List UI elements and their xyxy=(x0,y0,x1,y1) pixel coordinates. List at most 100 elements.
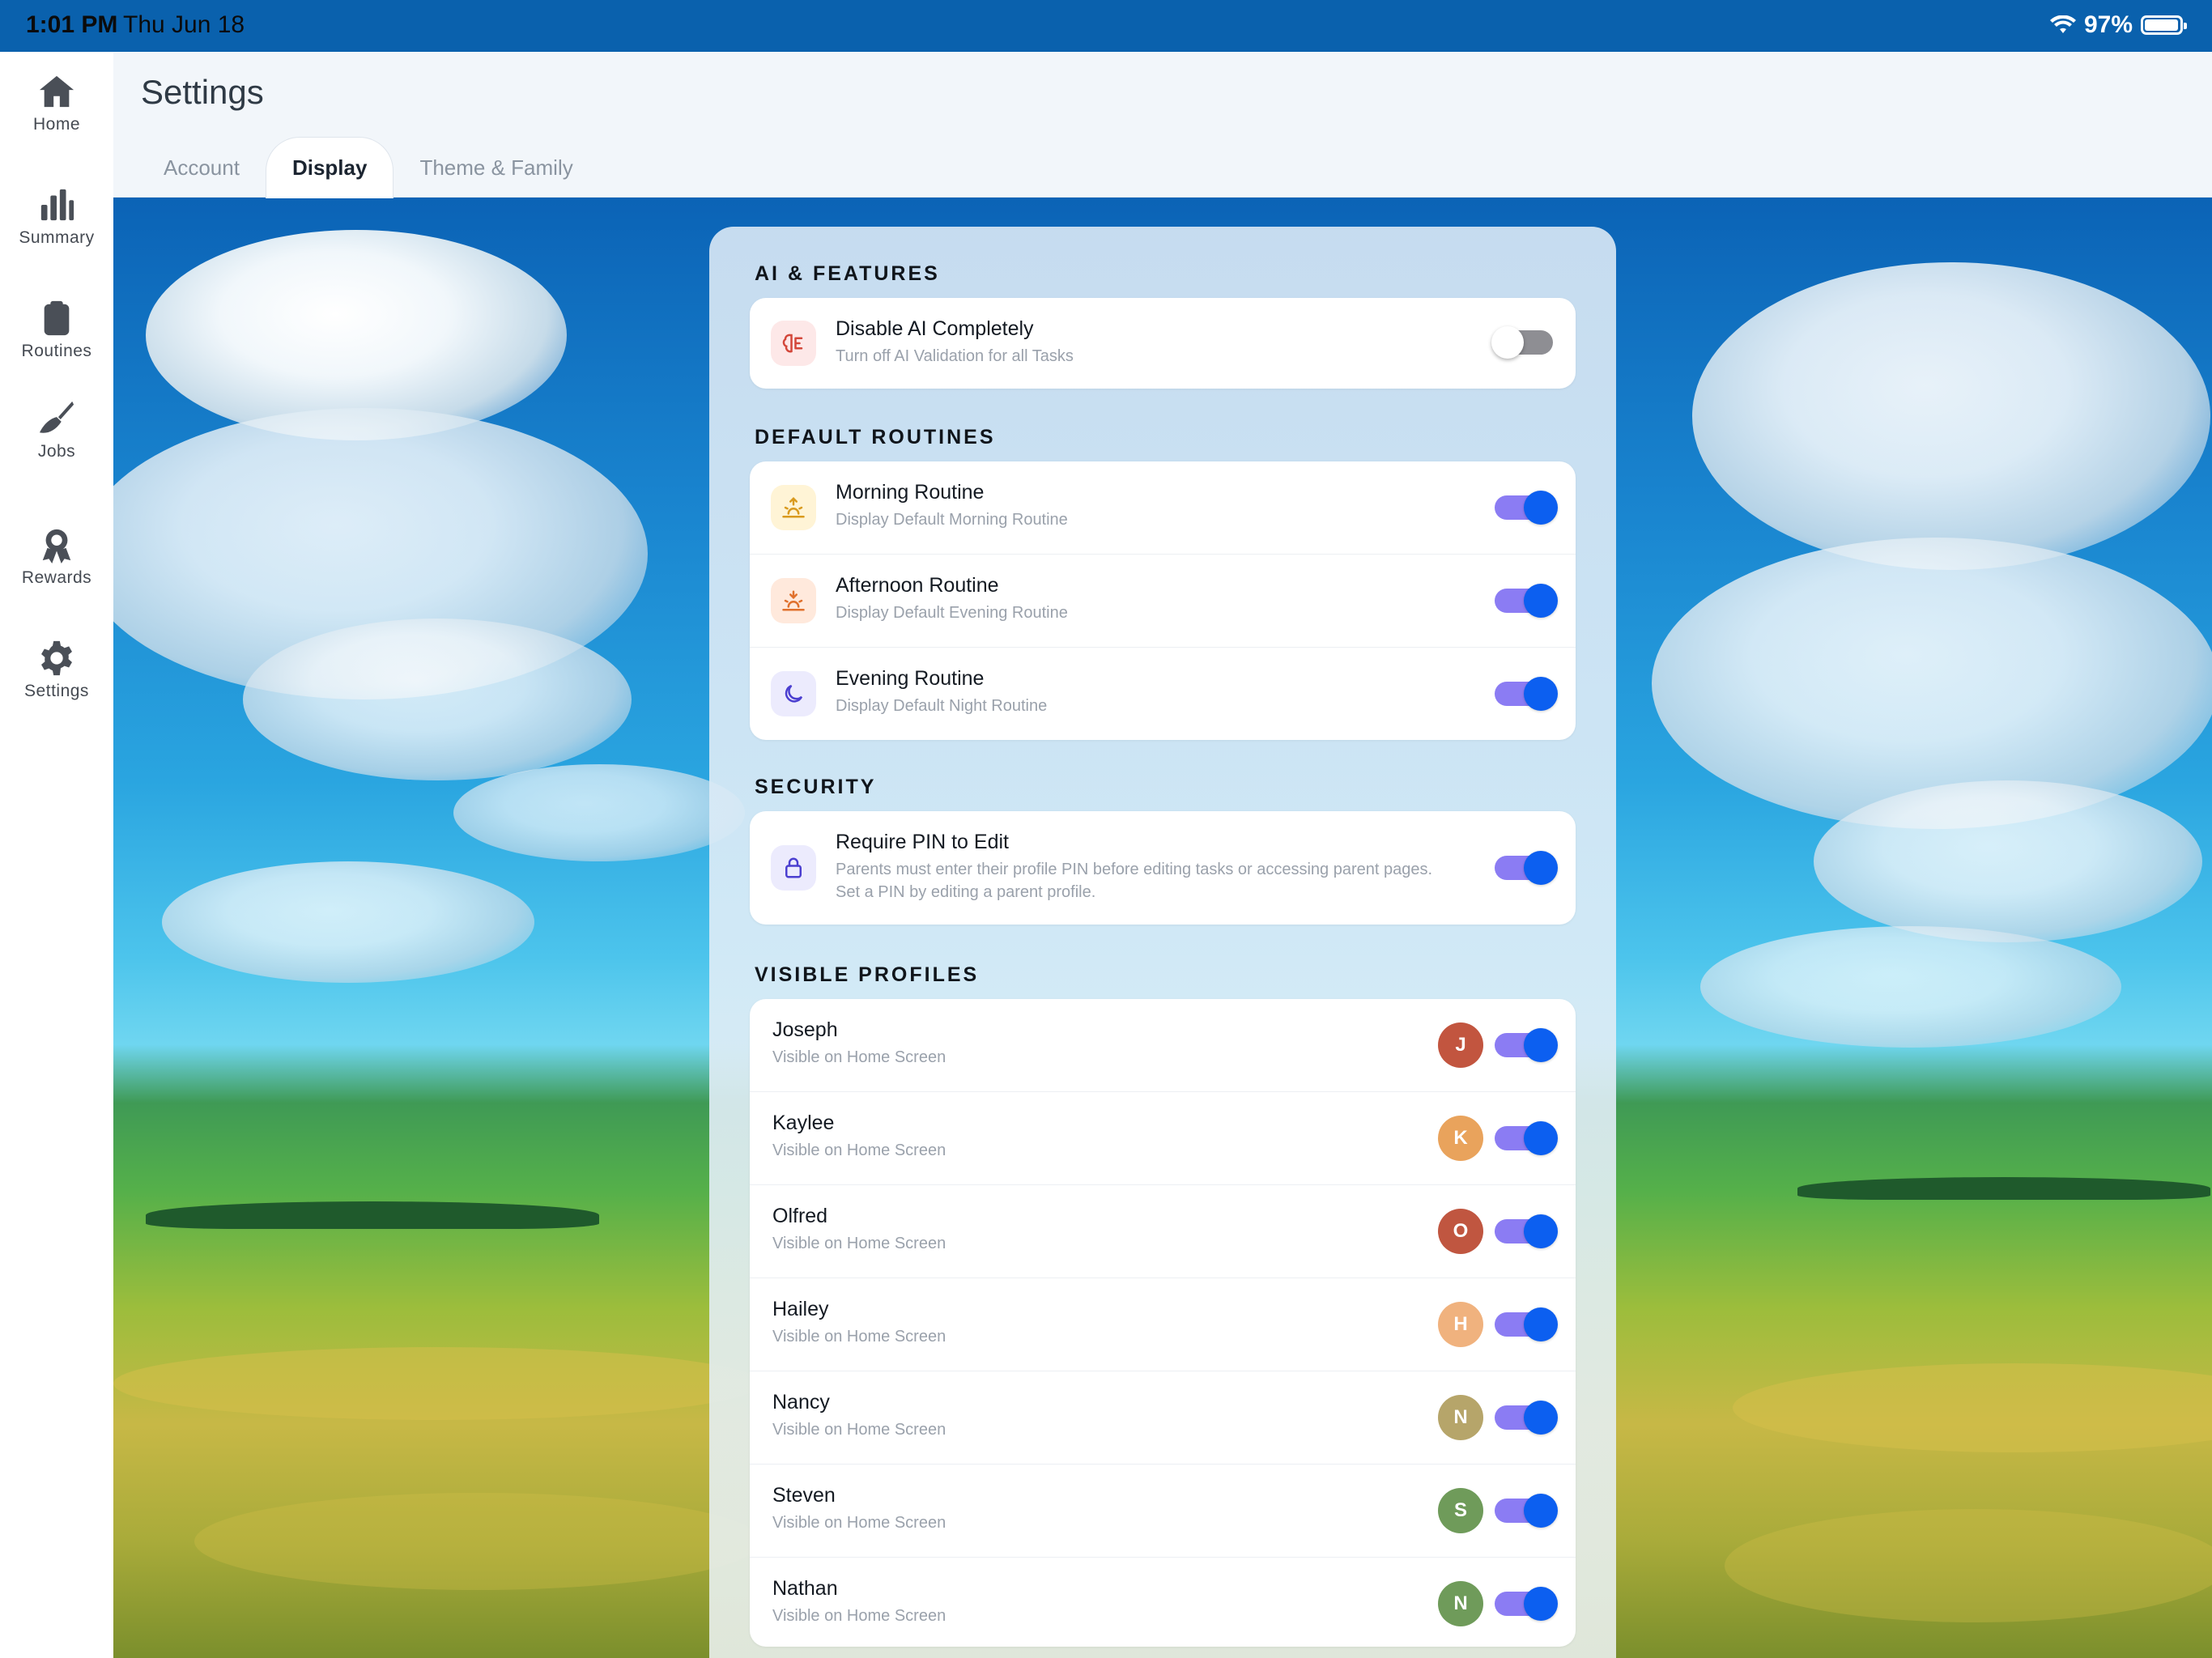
home-icon xyxy=(39,75,74,108)
setting-row-afternoon-routine[interactable]: Afternoon Routine Display Default Evenin… xyxy=(750,555,1576,648)
profile-subtitle: Visible on Home Screen xyxy=(772,1514,946,1532)
profile-visibility-toggle[interactable] xyxy=(1495,1214,1558,1248)
section-title-security: SECURITY xyxy=(755,776,877,798)
broom-icon xyxy=(39,401,74,433)
sidebar-item-label: Jobs xyxy=(37,442,76,461)
default-routines-card: Morning Routine Display Default Morning … xyxy=(750,461,1576,740)
setting-row-morning-routine[interactable]: Morning Routine Display Default Morning … xyxy=(750,461,1576,555)
moon-icon xyxy=(771,671,816,716)
profile-name: Hailey xyxy=(772,1298,829,1320)
section-title-ai: AI & FEATURES xyxy=(755,262,940,285)
morning-routine-toggle[interactable] xyxy=(1495,491,1558,525)
battery-percent: 97% xyxy=(2083,11,2133,38)
profile-subtitle: Visible on Home Screen xyxy=(772,1048,946,1066)
require-pin-toggle[interactable] xyxy=(1495,851,1558,885)
profile-visibility-toggle[interactable] xyxy=(1495,1121,1558,1155)
ai-brain-icon xyxy=(771,321,816,366)
visible-profiles-card: Joseph Visible on Home Screen J Kaylee V… xyxy=(750,999,1576,1647)
setting-title: Disable AI Completely xyxy=(836,317,1034,340)
setting-subtitle: Display Default Evening Routine xyxy=(836,604,1068,622)
profile-name: Joseph xyxy=(772,1018,838,1041)
avatar: N xyxy=(1438,1395,1483,1440)
sunset-icon xyxy=(771,578,816,623)
profile-visibility-toggle[interactable] xyxy=(1495,1028,1558,1062)
setting-title: Evening Routine xyxy=(836,667,985,690)
wifi-icon xyxy=(2049,15,2076,33)
security-card: Require PIN to Edit Parents must enter t… xyxy=(750,811,1576,925)
evening-routine-toggle[interactable] xyxy=(1495,677,1558,711)
profile-subtitle: Visible on Home Screen xyxy=(772,1141,946,1159)
avatar: K xyxy=(1438,1116,1483,1161)
settings-tabs: Account Display Theme & Family xyxy=(138,137,599,198)
avatar: H xyxy=(1438,1302,1483,1347)
profile-visibility-toggle[interactable] xyxy=(1495,1494,1558,1528)
setting-subtitle: Parents must enter their profile PIN bef… xyxy=(836,861,1433,878)
page-header: Settings Account Display Theme & Family xyxy=(113,52,2212,198)
tab-display[interactable]: Display xyxy=(265,137,394,198)
profile-subtitle: Visible on Home Screen xyxy=(772,1421,946,1439)
setting-row-disable-ai[interactable]: Disable AI Completely Turn off AI Valida… xyxy=(750,298,1576,389)
section-title-profiles: VISIBLE PROFILES xyxy=(755,963,980,986)
sidebar-item-summary[interactable]: Summary xyxy=(0,186,113,248)
tab-theme-family[interactable]: Theme & Family xyxy=(393,137,598,198)
section-title-routines: DEFAULT ROUTINES xyxy=(755,426,996,449)
profile-row-steven[interactable]: Steven Visible on Home Screen S xyxy=(750,1465,1576,1558)
setting-subtitle: Display Default Morning Routine xyxy=(836,511,1068,529)
page-title: Settings xyxy=(141,73,264,111)
disable-ai-toggle[interactable] xyxy=(1491,326,1553,359)
profile-name: Kaylee xyxy=(772,1112,835,1134)
profile-row-joseph[interactable]: Joseph Visible on Home Screen J xyxy=(750,999,1576,1092)
status-date: Thu Jun 18 xyxy=(123,11,245,38)
sidebar-item-label: Home xyxy=(32,115,81,134)
profile-row-nathan[interactable]: Nathan Visible on Home Screen N xyxy=(750,1558,1576,1647)
sidebar-item-label: Summary xyxy=(19,228,95,247)
setting-subtitle: Display Default Night Routine xyxy=(836,697,1048,715)
profile-name: Nancy xyxy=(772,1391,830,1414)
avatar: J xyxy=(1438,1022,1483,1068)
avatar: S xyxy=(1438,1488,1483,1533)
gear-icon xyxy=(41,640,72,676)
status-bar: 1:01 PM Thu Jun 18 97% xyxy=(0,0,2212,52)
profile-row-olfred[interactable]: Olfred Visible on Home Screen O xyxy=(750,1185,1576,1278)
setting-subtitle: Set a PIN by editing a parent profile. xyxy=(836,883,1096,901)
profile-visibility-toggle[interactable] xyxy=(1495,1307,1558,1341)
profile-name: Steven xyxy=(772,1484,836,1507)
status-indicators: 97% xyxy=(2049,11,2187,39)
profile-visibility-toggle[interactable] xyxy=(1495,1401,1558,1435)
setting-title: Require PIN to Edit xyxy=(836,831,1009,853)
setting-row-require-pin[interactable]: Require PIN to Edit Parents must enter t… xyxy=(750,811,1576,925)
profile-row-hailey[interactable]: Hailey Visible on Home Screen H xyxy=(750,1278,1576,1371)
sidebar-item-label: Routines xyxy=(21,342,92,360)
profile-visibility-toggle[interactable] xyxy=(1495,1587,1558,1621)
afternoon-routine-toggle[interactable] xyxy=(1495,584,1558,618)
clipboard-icon xyxy=(44,300,70,336)
sidebar-item-label: Settings xyxy=(24,682,89,700)
sidebar-item-home[interactable]: Home xyxy=(0,73,113,134)
sidebar-item-settings[interactable]: Settings xyxy=(0,640,113,701)
profile-subtitle: Visible on Home Screen xyxy=(772,1607,946,1625)
avatar: N xyxy=(1438,1581,1483,1626)
lock-icon xyxy=(771,845,816,891)
setting-title: Afternoon Routine xyxy=(836,574,999,597)
sidebar: Home Summary Routines Jobs Rewards Setti… xyxy=(0,52,113,1658)
sidebar-item-label: Rewards xyxy=(21,568,92,587)
profile-row-nancy[interactable]: Nancy Visible on Home Screen N xyxy=(750,1371,1576,1465)
setting-subtitle: Turn off AI Validation for all Tasks xyxy=(836,347,1074,365)
profile-row-kaylee[interactable]: Kaylee Visible on Home Screen K xyxy=(750,1092,1576,1185)
settings-panel: AI & FEATURES Disable AI Completely Turn… xyxy=(709,227,1616,1658)
sidebar-item-jobs[interactable]: Jobs xyxy=(0,400,113,461)
tab-account[interactable]: Account xyxy=(138,137,266,198)
sidebar-item-rewards[interactable]: Rewards xyxy=(0,526,113,588)
profile-subtitle: Visible on Home Screen xyxy=(772,1328,946,1346)
setting-title: Morning Routine xyxy=(836,481,985,504)
profile-name: Nathan xyxy=(772,1577,838,1600)
setting-row-evening-routine[interactable]: Evening Routine Display Default Night Ro… xyxy=(750,648,1576,740)
profile-subtitle: Visible on Home Screen xyxy=(772,1235,946,1252)
avatar: O xyxy=(1438,1209,1483,1254)
award-icon xyxy=(42,529,71,563)
bar-chart-icon xyxy=(40,189,74,221)
sunrise-icon xyxy=(771,485,816,530)
status-time: 1:01 PM xyxy=(26,11,118,38)
sidebar-item-routines[interactable]: Routines xyxy=(0,300,113,361)
ai-features-card: Disable AI Completely Turn off AI Valida… xyxy=(750,298,1576,389)
